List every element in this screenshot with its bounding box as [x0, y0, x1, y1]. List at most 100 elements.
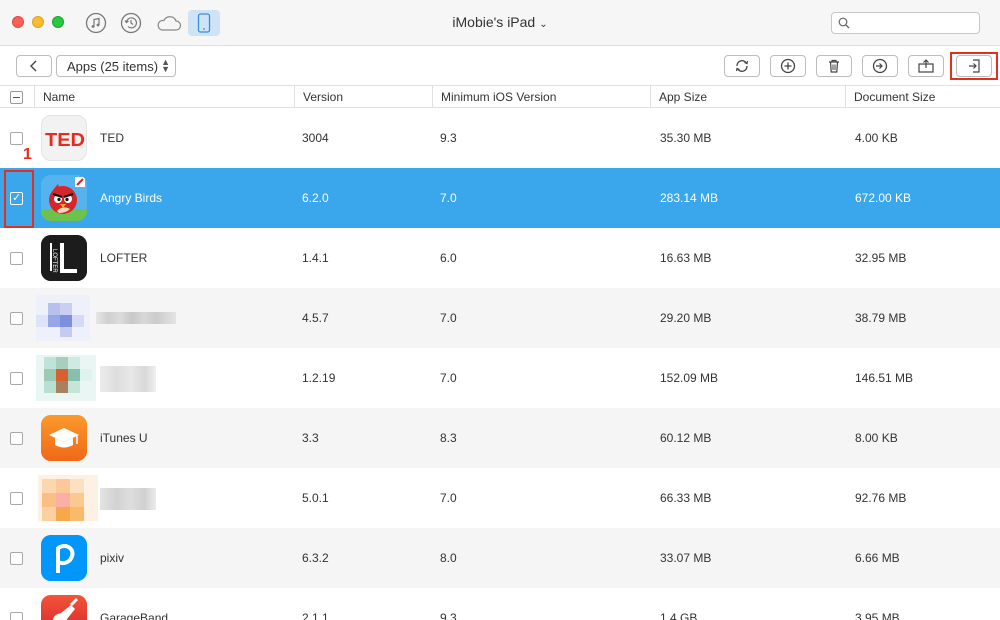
- app-size: 29.20 MB: [660, 311, 712, 325]
- app-min-ios: 6.0: [440, 251, 457, 265]
- table-row[interactable]: LOFTER LOFTER 1.4.1 6.0 16.63 MB 32.95 M…: [0, 228, 1000, 288]
- column-header-version[interactable]: Version: [294, 86, 343, 108]
- app-size: 33.07 MB: [660, 551, 712, 565]
- annotation-checkbox-outline: [4, 170, 34, 228]
- app-document-size: 38.79 MB: [855, 311, 907, 325]
- row-checkbox[interactable]: [10, 552, 23, 565]
- row-checkbox[interactable]: [10, 312, 23, 325]
- app-min-ios: 9.3: [440, 611, 457, 620]
- app-name: TED: [100, 131, 124, 145]
- app-document-size: 672.00 KB: [855, 191, 912, 205]
- app-min-ios: 7.0: [440, 311, 457, 325]
- blurred-app-icon: [38, 475, 98, 521]
- search-field[interactable]: [831, 12, 980, 34]
- export-to-device-icon: [918, 59, 934, 73]
- row-checkbox[interactable]: [10, 252, 23, 265]
- app-size: 66.33 MB: [660, 491, 712, 505]
- app-size: 16.63 MB: [660, 251, 712, 265]
- app-min-ios: 7.0: [440, 371, 457, 385]
- search-input[interactable]: [854, 15, 974, 31]
- add-icon: [780, 58, 796, 74]
- garageband-app-icon: [41, 595, 87, 620]
- row-checkbox[interactable]: [10, 372, 23, 385]
- app-document-size: 3.95 MB: [855, 611, 900, 620]
- app-name: iTunes U: [100, 431, 148, 445]
- column-header-app-size[interactable]: App Size: [650, 86, 707, 108]
- trash-icon: [829, 59, 839, 73]
- app-version: 3004: [302, 131, 329, 145]
- search-icon: [838, 17, 850, 29]
- blurred-app-name: [100, 366, 156, 392]
- annotation-number-1: 1: [23, 146, 32, 163]
- app-version: 5.0.1: [302, 491, 329, 505]
- lofter-app-icon: LOFTER: [41, 235, 87, 281]
- blurred-app-icon: [36, 355, 96, 401]
- back-button[interactable]: [16, 55, 52, 77]
- app-min-ios: 8.3: [440, 431, 457, 445]
- app-document-size: 92.76 MB: [855, 491, 907, 505]
- app-version: 4.5.7: [302, 311, 329, 325]
- table-row[interactable]: 1.2.19 7.0 152.09 MB 146.51 MB: [0, 348, 1000, 408]
- app-min-ios: 9.3: [440, 131, 457, 145]
- app-min-ios: 8.0: [440, 551, 457, 565]
- blurred-app-name: [96, 312, 176, 324]
- table-header: Name Version Minimum iOS Version App Siz…: [0, 86, 1000, 108]
- category-label: Apps (25 items): [67, 58, 159, 74]
- app-size: 35.30 MB: [660, 131, 712, 145]
- app-name: pixiv: [100, 551, 125, 565]
- refresh-icon: [735, 60, 749, 72]
- toolbar: Apps (25 items) ▲ ▼: [0, 46, 1000, 86]
- row-checkbox[interactable]: [10, 132, 23, 145]
- app-version: 3.3: [302, 431, 319, 445]
- app-size: 60.12 MB: [660, 431, 712, 445]
- table-row-selected[interactable]: Angry Birds 6.2.0 7.0 283.14 MB 672.00 K…: [0, 168, 1000, 228]
- app-name: GarageBand: [100, 611, 169, 620]
- select-all-checkbox[interactable]: [10, 91, 23, 104]
- svg-text:TED: TED: [45, 130, 85, 150]
- column-header-min-ios[interactable]: Minimum iOS Version: [432, 86, 556, 108]
- app-document-size: 6.66 MB: [855, 551, 900, 565]
- title-bar: iMobie's iPad ⌄: [0, 0, 1000, 46]
- device-name: iMobie's iPad: [452, 14, 536, 30]
- delete-button[interactable]: [816, 55, 852, 77]
- download-to-computer-icon: [872, 58, 888, 74]
- table-row[interactable]: 5.0.1 7.0 66.33 MB 92.76 MB: [0, 468, 1000, 528]
- app-min-ios: 7.0: [440, 491, 457, 505]
- chevron-down-icon: ⌄: [539, 19, 548, 30]
- app-version: 6.2.0: [302, 191, 329, 205]
- refresh-button[interactable]: [724, 55, 760, 77]
- app-size: 152.09 MB: [660, 371, 719, 385]
- pixiv-app-icon: [41, 535, 87, 581]
- download-to-itunes-button[interactable]: [862, 55, 898, 77]
- app-name: Angry Birds: [100, 191, 163, 205]
- column-header-name[interactable]: Name: [34, 86, 75, 108]
- svg-text:LOFTER: LOFTER: [51, 249, 57, 273]
- table-row[interactable]: GarageBand 2.1.1 9.3 1.4 GB 3.95 MB: [0, 588, 1000, 620]
- app-size: 1.4 GB: [660, 611, 698, 620]
- app-document-size: 8.00 KB: [855, 431, 898, 445]
- app-document-size: 146.51 MB: [855, 371, 914, 385]
- annotation-highlight-box: [950, 52, 998, 80]
- chevron-left-icon: [30, 60, 37, 72]
- table-row[interactable]: pixiv 6.3.2 8.0 33.07 MB 6.66 MB: [0, 528, 1000, 588]
- angry-birds-app-icon: [41, 175, 87, 221]
- row-checkbox[interactable]: [10, 492, 23, 505]
- table-row[interactable]: 4.5.7 7.0 29.20 MB 38.79 MB: [0, 288, 1000, 348]
- blurred-app-name: [100, 488, 156, 510]
- app-version: 2.1.1: [302, 611, 329, 620]
- row-checkbox[interactable]: [10, 612, 23, 620]
- app-document-size: 32.95 MB: [855, 251, 907, 265]
- table-row[interactable]: TED TED 3004 9.3 35.30 MB 4.00 KB: [0, 108, 1000, 168]
- add-button[interactable]: [770, 55, 806, 77]
- app-version: 1.2.19: [302, 371, 336, 385]
- row-checkbox[interactable]: [10, 432, 23, 445]
- table-row[interactable]: iTunes U 3.3 8.3 60.12 MB 8.00 KB: [0, 408, 1000, 468]
- category-select[interactable]: Apps (25 items) ▲ ▼: [56, 55, 176, 77]
- ted-app-icon: TED: [41, 115, 87, 161]
- updown-chevron-icon: ▲ ▼: [161, 57, 170, 74]
- app-min-ios: 7.0: [440, 191, 457, 205]
- column-header-document-size[interactable]: Document Size: [845, 86, 935, 108]
- app-size: 283.14 MB: [660, 191, 719, 205]
- blurred-app-icon: [36, 295, 90, 341]
- export-to-device-button[interactable]: [908, 55, 944, 77]
